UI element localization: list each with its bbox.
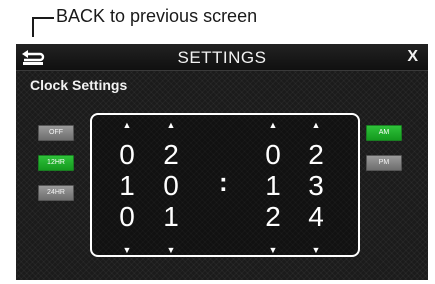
- minute-tens-roller[interactable]: ▲ 0 1 2 ▼: [261, 115, 285, 259]
- digit: 2: [265, 201, 281, 232]
- down-arrow-icon[interactable]: ▼: [115, 245, 139, 255]
- page-title: SETTINGS: [177, 48, 267, 67]
- callout-text: BACK to previous screen: [56, 6, 258, 26]
- time-separator: :: [219, 167, 228, 197]
- format-24hr-button[interactable]: 24HR: [38, 185, 74, 201]
- digit: 3: [308, 170, 324, 201]
- up-arrow-icon[interactable]: ▲: [159, 120, 183, 130]
- digit: 0: [119, 139, 135, 170]
- digit: 4: [308, 201, 324, 232]
- title-bar: SETTINGS X: [16, 44, 428, 71]
- digit: 0: [119, 201, 135, 232]
- pm-button[interactable]: PM: [366, 155, 402, 171]
- digit: 1: [163, 201, 179, 232]
- up-arrow-icon[interactable]: ▲: [304, 120, 328, 130]
- down-arrow-icon[interactable]: ▼: [159, 245, 183, 255]
- digit: 2: [308, 139, 324, 170]
- clock-settings-label: Clock Settings: [30, 77, 128, 93]
- digit: 2: [163, 139, 179, 170]
- up-arrow-icon[interactable]: ▲: [115, 120, 139, 130]
- down-arrow-icon[interactable]: ▼: [304, 245, 328, 255]
- format-off-button[interactable]: OFF: [38, 125, 74, 141]
- settings-screen: SETTINGS X Clock Settings OFF 12HR 24HR …: [16, 44, 428, 280]
- am-button[interactable]: AM: [366, 125, 402, 141]
- hour-ones-roller[interactable]: ▲ 2 0 1 ▼: [159, 115, 183, 259]
- close-button[interactable]: X: [407, 48, 418, 66]
- down-arrow-icon[interactable]: ▼: [261, 245, 285, 255]
- callout-line: [32, 17, 34, 37]
- digit: 0: [163, 170, 179, 201]
- digit: 0: [265, 139, 281, 170]
- digit: 1: [265, 170, 281, 201]
- callout-line-horizontal: [32, 17, 54, 19]
- format-12hr-button[interactable]: 12HR: [38, 155, 74, 171]
- hour-tens-roller[interactable]: ▲ 0 1 0 ▼: [115, 115, 139, 259]
- digit: 1: [119, 170, 135, 201]
- clock-panel: ▲ 0 1 0 ▼ ▲ 2 0 1 ▼ : ▲ 0 1 2 ▼ ▲ 2 3 4 …: [90, 113, 360, 257]
- up-arrow-icon[interactable]: ▲: [261, 120, 285, 130]
- minute-ones-roller[interactable]: ▲ 2 3 4 ▼: [304, 115, 328, 259]
